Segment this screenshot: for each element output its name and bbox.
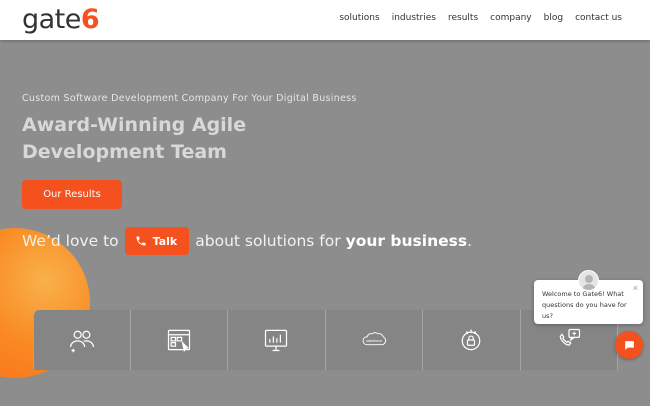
nav-industries[interactable]: industries xyxy=(392,13,436,23)
hero-kicker: Custom Software Development Company For … xyxy=(22,93,357,104)
chat-launcher-button[interactable] xyxy=(615,331,643,359)
service-team[interactable] xyxy=(33,310,131,370)
avatar-head-shape xyxy=(585,275,593,283)
talk-bold-text: your business xyxy=(345,232,468,250)
nav-contact-us[interactable]: contact us xyxy=(575,13,622,23)
talk-prefix-text: We’d love to xyxy=(22,232,119,250)
talk-cta-line: We’d love to Talk about solutions for yo… xyxy=(22,226,472,256)
talk-middle-text: about solutions for xyxy=(195,232,341,250)
nav-results[interactable]: results xyxy=(448,13,478,23)
chat-agent-avatar xyxy=(578,270,599,291)
talk-button-label: Talk xyxy=(152,234,178,248)
phone-icon xyxy=(136,236,146,246)
services-strip: salesforce xyxy=(33,310,618,370)
nav-solutions[interactable]: solutions xyxy=(339,13,379,23)
gate6-logo[interactable]: gate6 xyxy=(22,4,100,35)
web-app-icon xyxy=(167,329,190,353)
top-navigation-bar: gate6 solutions industries results compa… xyxy=(0,0,650,40)
talk-suffix-text: . xyxy=(467,232,473,250)
dashboard-icon xyxy=(265,329,288,352)
security-icon xyxy=(461,329,481,351)
service-salesforce[interactable]: salesforce xyxy=(325,310,423,370)
logo-text: gate xyxy=(22,4,81,35)
support-icon xyxy=(559,328,580,346)
hero-headline: Award-Winning Agile Development Team xyxy=(22,114,247,163)
close-icon[interactable]: × xyxy=(633,283,638,293)
avatar-body-shape xyxy=(582,284,596,290)
main-nav: solutions industries results company blo… xyxy=(339,13,622,23)
service-dashboard[interactable] xyxy=(228,310,326,370)
salesforce-icon: salesforce xyxy=(362,332,386,346)
nav-blog[interactable]: blog xyxy=(544,13,563,23)
our-results-button[interactable]: Our Results xyxy=(22,180,122,209)
service-web-app[interactable] xyxy=(130,310,228,370)
salesforce-label: salesforce xyxy=(366,339,382,343)
chat-icon xyxy=(624,340,634,350)
logo-accent: 6 xyxy=(80,4,100,35)
talk-button[interactable]: Talk xyxy=(124,227,190,255)
chat-welcome-message: Welcome to Gate6! What questions do you … xyxy=(542,290,627,320)
team-icon xyxy=(69,330,94,353)
service-security[interactable] xyxy=(423,310,521,370)
nav-company[interactable]: company xyxy=(490,13,531,23)
